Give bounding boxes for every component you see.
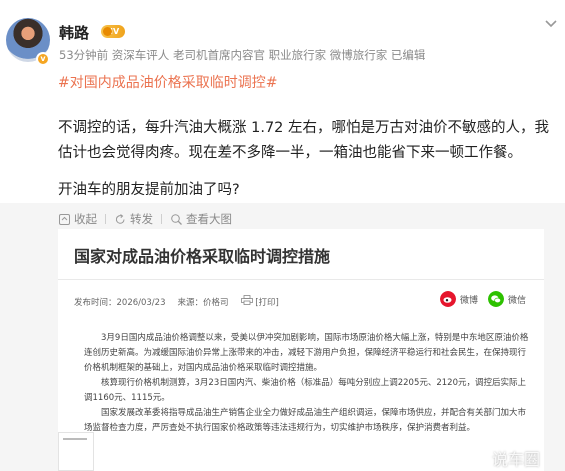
watermark-text: 说车圈 (492, 450, 541, 469)
print-label: [打印] (255, 298, 279, 308)
wechat-icon (488, 291, 504, 307)
divider (105, 214, 106, 224)
verified-badge-icon: v (36, 52, 50, 66)
document-title: 国家对成品油价格采取临时调控措施 (74, 247, 331, 266)
document-paragraph: 国家发展改革委将指导成品油生产销售企业全力做好成品油生产组织调运，保障市场供应，… (84, 408, 527, 433)
post-question: 开油车的朋友提前加油了吗? (58, 182, 240, 198)
vip-badge[interactable]: IV (101, 25, 125, 38)
print-link[interactable]: [打印] (240, 295, 279, 308)
document-image[interactable]: 国家对成品油价格采取临时调控措施 发布时间：2026/03/23 来源：价格司 … (58, 229, 544, 471)
view-large-button[interactable]: 查看大图 (170, 211, 232, 227)
weibo-icon (440, 291, 456, 307)
magnify-icon (171, 213, 182, 225)
collapse-icon (59, 213, 70, 225)
divider (58, 279, 544, 280)
document-body: 3月9日国内成品油价格调整以来，受美以伊冲突加剧影响，国际市场原油价格大幅上涨，… (84, 331, 534, 436)
printer-icon (240, 295, 253, 305)
wechat-label: 微信 (508, 295, 527, 306)
post-meta: 53分钟前 资深车评人 老司机首席内容官 职业旅行家 微博旅行家 已编辑 (59, 48, 426, 62)
publish-date: 发布时间：2026/03/23 (74, 297, 166, 308)
rotate-icon (115, 213, 125, 224)
divider (161, 214, 162, 224)
weibo-logo-icon (468, 451, 487, 466)
image-actions: 收起 转发 查看大图 (58, 210, 232, 228)
document-source: 来源：价格司 (177, 297, 229, 308)
chevron-down-icon[interactable] (543, 15, 559, 31)
document-meta: 发布时间：2026/03/23 来源：价格司 [打印] (74, 295, 279, 308)
rotate-button[interactable]: 转发 (114, 211, 153, 227)
username[interactable]: 韩路 (59, 22, 89, 43)
collapse-button[interactable]: 收起 (58, 211, 97, 227)
image-thumbnail[interactable] (58, 432, 94, 471)
collapse-label: 收起 (74, 212, 97, 226)
post-body: 不调控的话，每升汽油大概涨 1.72 左右，哪怕是万古对油价不敏感的人，我估计也… (58, 120, 550, 161)
watermark: 说车圈 (468, 446, 540, 470)
document-paragraph: 3月9日国内成品油价格调整以来，受美以伊冲突加剧影响，国际市场原油价格大幅上涨，… (84, 333, 529, 373)
thumbnail-line (63, 438, 87, 440)
share-wechat[interactable]: 微信 (488, 291, 526, 307)
share-weibo[interactable]: 微博 (440, 291, 478, 307)
view-large-label: 查看大图 (186, 212, 232, 226)
rotate-label: 转发 (130, 212, 153, 226)
document-paragraph: 核算现行价格机制测算，3月23日国内汽、柴油价格（标准品）每吨分别应上调2205… (84, 378, 526, 403)
topic-link[interactable]: #对国内成品油价格采取临时调控# (58, 72, 277, 92)
weibo-label: 微博 (460, 295, 479, 306)
